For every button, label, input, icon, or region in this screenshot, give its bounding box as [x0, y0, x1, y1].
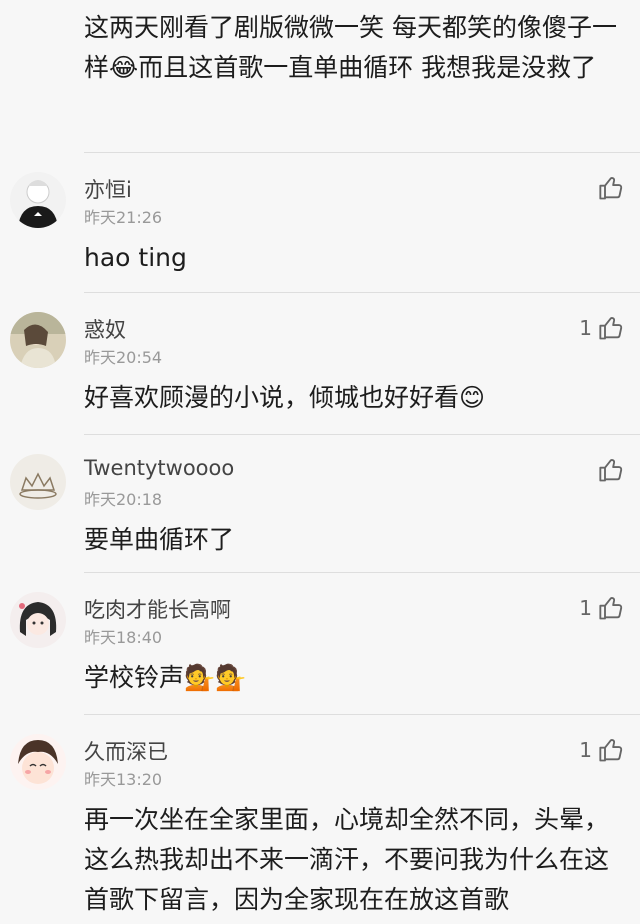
comment-text: hao ting	[84, 243, 187, 272]
username[interactable]: 亦恒i	[84, 174, 132, 204]
comment-text: 要单曲循环了	[84, 525, 235, 554]
timestamp: 昨天18:40	[84, 628, 163, 647]
girl-reading-avatar[interactable]	[10, 312, 66, 368]
thumbs-up-icon	[599, 597, 623, 620]
comment-item: 惑奴 昨天20:54 1 好喜欢顾漫的小说，倾城也好好看😊	[0, 292, 640, 434]
adidas-boy-avatar[interactable]	[10, 172, 66, 228]
thumbs-up-icon	[599, 739, 623, 762]
username[interactable]: 惑奴	[84, 314, 126, 344]
username[interactable]: 久而深已	[84, 736, 168, 766]
comment-item: Twentytwoooo 昨天20:18 要单曲循环了	[0, 434, 640, 572]
previous-comment-text: 这两天刚看了剧版微微一笑 每天都笑的像傻子一样😂而且这首歌一直单曲循环 我想我是…	[84, 13, 617, 82]
like-button[interactable]	[592, 456, 626, 484]
username[interactable]: Twentytwoooo	[84, 456, 234, 480]
timestamp: 昨天13:20	[84, 770, 163, 789]
thumbs-up-icon	[599, 177, 623, 200]
like-button[interactable]: 1	[579, 736, 626, 764]
timestamp: 昨天21:26	[84, 208, 163, 227]
like-count: 1	[579, 596, 592, 620]
like-count: 1	[579, 316, 592, 340]
comment-item: 吃肉才能长高啊 昨天18:40 1 学校铃声💁💁	[0, 572, 640, 714]
comment-text: 好喜欢顾漫的小说，倾城也好好看😊	[84, 383, 486, 412]
like-button[interactable]	[592, 174, 626, 202]
like-count: 1	[579, 738, 592, 762]
cartoon-face-avatar[interactable]	[10, 734, 66, 790]
anime-girl-avatar[interactable]	[10, 592, 66, 648]
comment-item: 久而深已 昨天13:20 1 再一次坐在全家里面，心境却全然不同，头晕，这么热我…	[0, 714, 640, 924]
like-button[interactable]: 1	[579, 594, 626, 622]
crown-avatar[interactable]	[10, 454, 66, 510]
timestamp: 昨天20:54	[84, 348, 163, 367]
timestamp: 昨天20:18	[84, 490, 163, 509]
comment-text: 再一次坐在全家里面，心境却全然不同，头晕，这么热我却出不来一滴汗，不要问我为什么…	[84, 805, 610, 914]
comment-item: 亦恒i 昨天21:26 hao ting	[0, 152, 640, 292]
thumbs-up-icon	[599, 317, 623, 340]
thumbs-up-icon	[599, 459, 623, 482]
comment-text: 学校铃声💁💁	[84, 663, 247, 692]
like-button[interactable]: 1	[579, 314, 626, 342]
username[interactable]: 吃肉才能长高啊	[84, 594, 231, 624]
